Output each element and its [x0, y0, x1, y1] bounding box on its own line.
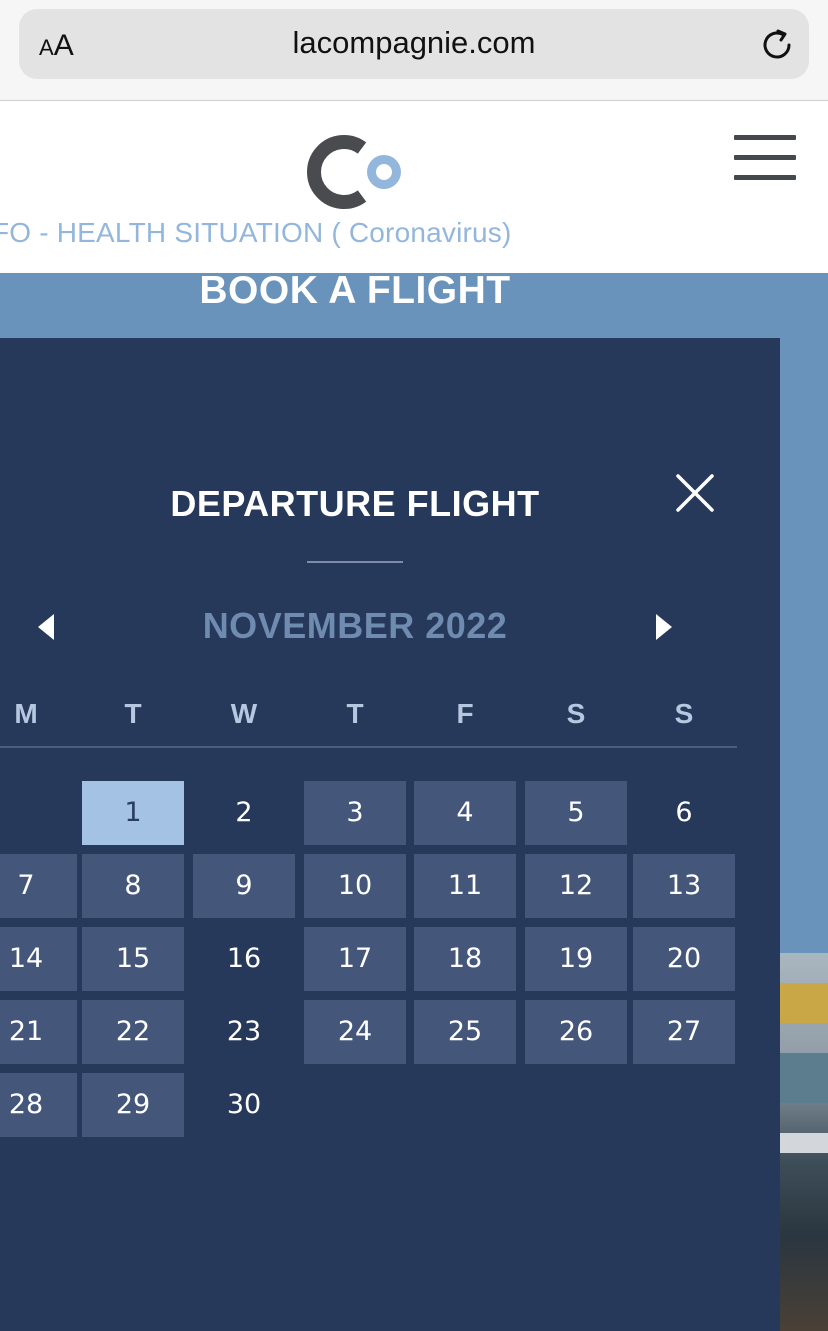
health-info-link[interactable]: IFO - HEALTH SITUATION ( Coronavirus): [0, 217, 512, 249]
weekday-header: S: [566, 698, 586, 729]
calendar-day[interactable]: 3: [304, 781, 406, 845]
calendar-day[interactable]: 22: [82, 1000, 184, 1064]
calendar-day[interactable]: 12: [525, 854, 627, 918]
calendar-day[interactable]: 5: [525, 781, 627, 845]
hamburger-menu-icon[interactable]: [734, 135, 796, 181]
calendar-day[interactable]: 18: [414, 927, 516, 991]
calendar-day: 16: [226, 943, 262, 974]
weekday-header: T: [346, 698, 364, 729]
month-label: NOVEMBER 2022: [202, 605, 508, 646]
calendar-day[interactable]: 7: [0, 854, 77, 918]
photo-detail: [780, 1133, 828, 1153]
browser-toolbar: AA lacompagnie.com: [0, 0, 828, 101]
reload-icon[interactable]: [759, 27, 795, 63]
calendar-day[interactable]: 4: [414, 781, 516, 845]
weekday-header: T: [124, 698, 142, 729]
calendar-day[interactable]: 10: [304, 854, 406, 918]
calendar-day: 6: [675, 797, 693, 828]
weekday-header: M: [14, 698, 38, 729]
book-flight-heading: BOOK A FLIGHT: [199, 273, 511, 307]
address-bar[interactable]: AA lacompagnie.com: [19, 9, 809, 79]
menu-line: [734, 155, 796, 160]
calendar-day[interactable]: 17: [304, 927, 406, 991]
calendar-day[interactable]: 20: [633, 927, 735, 991]
calendar-day[interactable]: 26: [525, 1000, 627, 1064]
menu-line: [734, 175, 796, 180]
weekday-divider: [0, 746, 737, 748]
menu-line: [734, 135, 796, 140]
calendar-day[interactable]: 27: [633, 1000, 735, 1064]
next-month-icon[interactable]: [656, 614, 672, 640]
calendar-day[interactable]: 28: [0, 1073, 77, 1137]
calendar-day[interactable]: 14: [0, 927, 77, 991]
calendar-day[interactable]: 24: [304, 1000, 406, 1064]
calendar-day[interactable]: 21: [0, 1000, 77, 1064]
calendar-day: 23: [226, 1016, 262, 1047]
calendar-day[interactable]: 11: [414, 854, 516, 918]
calendar-day[interactable]: 13: [633, 854, 735, 918]
title-divider: [307, 561, 403, 563]
weekday-header: W: [230, 698, 258, 729]
calendar-day[interactable]: 25: [414, 1000, 516, 1064]
weekday-header: F: [456, 698, 474, 729]
calendar-day[interactable]: 19: [525, 927, 627, 991]
calendar-day[interactable]: 9: [193, 854, 295, 918]
calendar-day[interactable]: 8: [82, 854, 184, 918]
weekday-header: S: [674, 698, 694, 729]
calendar-day: 2: [235, 797, 253, 828]
photo-detail: [780, 983, 828, 1023]
selected-day-cell[interactable]: 1: [82, 781, 184, 845]
url-text[interactable]: lacompagnie.com: [19, 25, 809, 61]
background-photo: [780, 953, 828, 1331]
calendar-day[interactable]: 15: [82, 927, 184, 991]
calendar-day[interactable]: 29: [82, 1073, 184, 1137]
calendar-title: DEPARTURE FLIGHT: [170, 483, 540, 524]
photo-detail: [780, 1053, 828, 1103]
site-header: IFO - HEALTH SITUATION ( Coronavirus): [0, 101, 828, 273]
lacompagnie-logo[interactable]: [300, 128, 412, 216]
departure-calendar-panel: DEPARTURE FLIGHT NOVEMBER 2022 M T W T F…: [0, 338, 780, 1331]
calendar-day: 30: [226, 1089, 262, 1120]
